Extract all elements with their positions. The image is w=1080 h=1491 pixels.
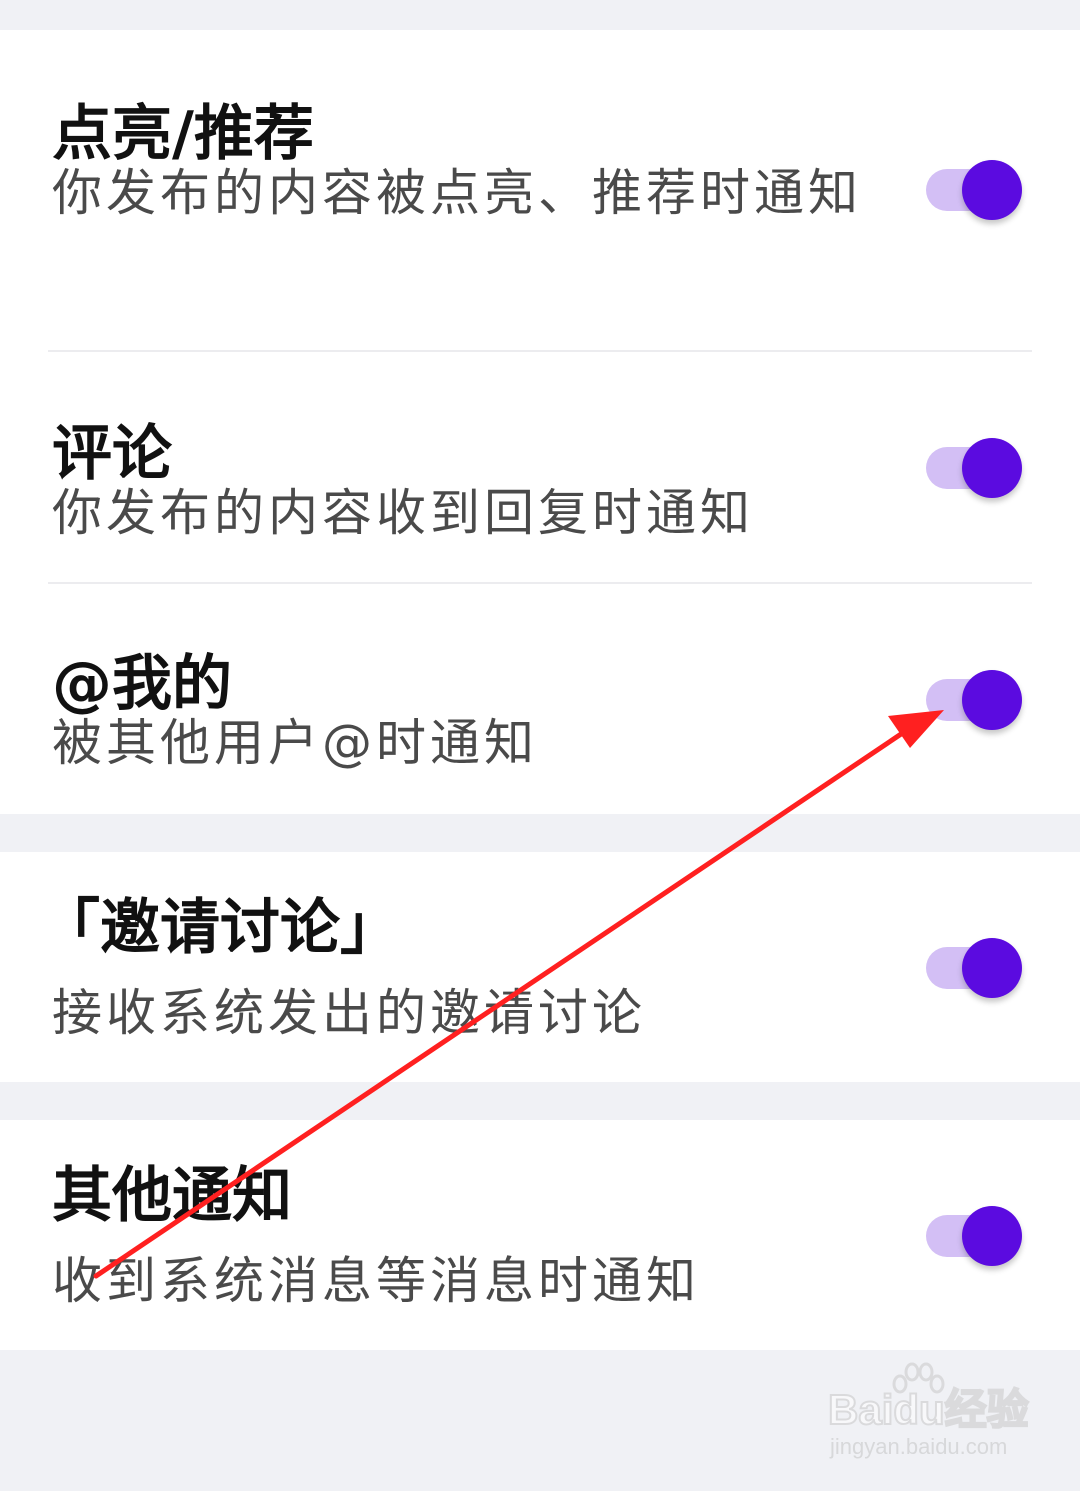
other-notifications-toggle[interactable] bbox=[926, 1204, 1022, 1268]
setting-title: 其他通知 bbox=[52, 1161, 292, 1231]
notification-group-3: 其他通知 收到系统消息等消息时通知 bbox=[0, 1120, 1080, 1350]
mentions-toggle[interactable] bbox=[926, 668, 1022, 732]
setting-row-like-recommend[interactable]: 点亮/推荐 你发布的内容被点亮、推荐时通知 bbox=[0, 30, 1080, 352]
setting-description: 被其他用户@时通知 bbox=[52, 714, 538, 772]
toggle-thumb bbox=[962, 1206, 1022, 1266]
setting-description: 你发布的内容被点亮、推荐时通知 bbox=[52, 164, 862, 222]
toggle-thumb bbox=[962, 670, 1022, 730]
setting-title: 「邀请讨论」 bbox=[40, 893, 400, 963]
setting-description: 你发布的内容收到回复时通知 bbox=[52, 484, 754, 542]
watermark-logo: Baidu经验 bbox=[827, 1385, 1030, 1434]
setting-row-mentions[interactable]: @我的 被其他用户@时通知 bbox=[0, 584, 1080, 814]
baidu-jingyan-watermark: Baidu经验 jingyan.baidu.com bbox=[827, 1362, 1030, 1472]
notification-group-1: 点亮/推荐 你发布的内容被点亮、推荐时通知 评论 你发布的内容收到回复时通知 @… bbox=[0, 30, 1080, 814]
notification-group-2: 「邀请讨论」 接收系统发出的邀请讨论 bbox=[0, 852, 1080, 1082]
like-recommend-toggle[interactable] bbox=[926, 158, 1022, 222]
setting-row-invite-discussion[interactable]: 「邀请讨论」 接收系统发出的邀请讨论 bbox=[0, 852, 1080, 1082]
toggle-thumb bbox=[962, 938, 1022, 998]
setting-description: 收到系统消息等消息时通知 bbox=[52, 1252, 700, 1310]
toggle-thumb bbox=[962, 160, 1022, 220]
watermark-url: jingyan.baidu.com bbox=[830, 1434, 1008, 1459]
comments-toggle[interactable] bbox=[926, 436, 1022, 500]
setting-row-comments[interactable]: 评论 你发布的内容收到回复时通知 bbox=[0, 352, 1080, 582]
setting-description: 接收系统发出的邀请讨论 bbox=[52, 984, 646, 1042]
setting-row-other-notifications[interactable]: 其他通知 收到系统消息等消息时通知 bbox=[0, 1120, 1080, 1350]
toggle-thumb bbox=[962, 438, 1022, 498]
invite-discussion-toggle[interactable] bbox=[926, 936, 1022, 1000]
